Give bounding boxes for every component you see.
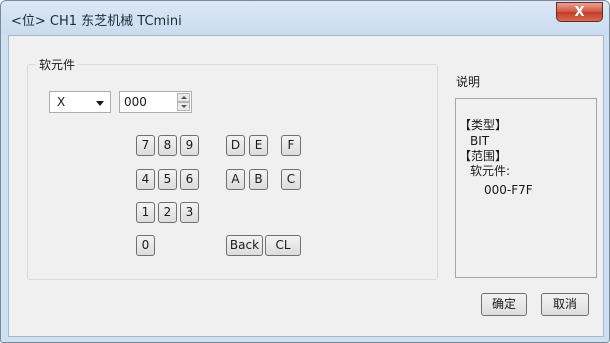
device-group: 软元件 X 000 7 8 9 D E F 4 5 6 A B C 1 2 3 … [27,56,438,280]
key-0[interactable]: 0 [136,235,155,256]
device-group-label: 软元件 [36,56,79,73]
key-back[interactable]: Back [226,235,263,256]
key-5[interactable]: 5 [158,169,177,190]
key-1[interactable]: 1 [136,202,155,223]
key-7[interactable]: 7 [136,135,155,156]
close-button[interactable]: X [556,2,603,22]
spin-down-icon [181,105,187,108]
device-type-select[interactable]: X [49,91,111,113]
key-4[interactable]: 4 [136,169,155,190]
spin-up-icon [181,96,187,99]
address-spinner [177,93,190,111]
address-input[interactable]: 000 [119,91,192,113]
key-f[interactable]: F [281,135,301,156]
description-range-value: 000-F7F [484,183,533,197]
ok-button[interactable]: 确定 [481,293,527,316]
key-c[interactable]: C [281,169,301,190]
description-range-heading: 【范围】 [459,149,508,163]
description-type-value: BIT [470,134,490,148]
spin-up-button[interactable] [177,93,190,102]
key-d[interactable]: D [226,135,245,156]
key-6[interactable]: 6 [180,169,199,190]
address-value: 000 [124,95,147,109]
window-title: <位> CH1 东芝机械 TCmini [11,14,182,29]
description-label: 说明 [456,75,481,89]
device-type-value: X [57,95,66,109]
key-clear[interactable]: CL [265,235,301,256]
key-8[interactable]: 8 [158,135,177,156]
key-e[interactable]: E [249,135,268,156]
cancel-button[interactable]: 取消 [541,293,589,316]
spin-down-button[interactable] [177,102,190,111]
close-icon: X [574,5,585,20]
chevron-down-icon [96,101,104,106]
key-2[interactable]: 2 [158,202,177,223]
key-9[interactable]: 9 [180,135,199,156]
key-b[interactable]: B [249,169,268,190]
dialog-window: <位> CH1 东芝机械 TCmini X 软元件 X 000 7 8 9 D … [0,0,610,343]
title-bar: <位> CH1 东芝机械 TCmini X [1,1,609,35]
key-3[interactable]: 3 [180,202,199,223]
description-range-label: 软元件: [470,164,511,178]
description-panel: 【类型】 BIT 【范围】 软元件: 000-F7F [455,98,597,278]
dialog-client-area: 软元件 X 000 7 8 9 D E F 4 5 6 A B C 1 2 3 … [8,35,604,337]
description-type-heading: 【类型】 [459,118,508,132]
key-a[interactable]: A [226,169,245,190]
